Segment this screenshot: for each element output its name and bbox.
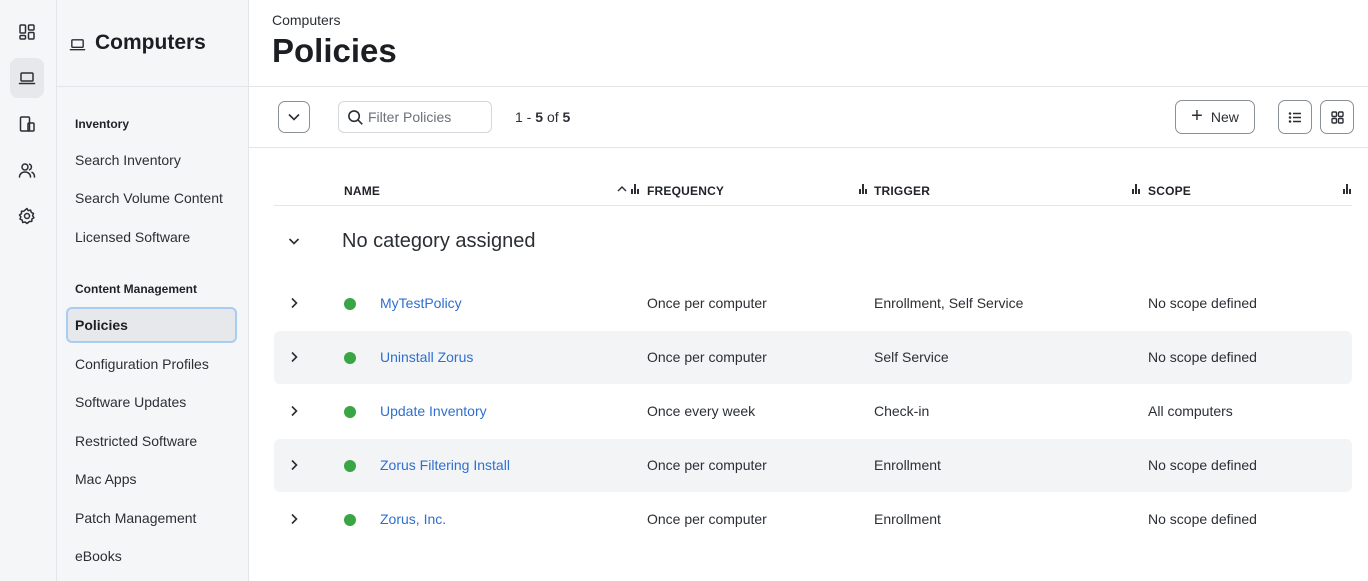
filter-box	[338, 101, 492, 133]
column-resize-icon[interactable]	[1343, 183, 1351, 197]
column-scope[interactable]: SCOPE	[1148, 184, 1191, 198]
search-icon	[348, 109, 363, 125]
policy-name-link[interactable]: MyTestPolicy	[380, 295, 462, 311]
page-header: Computers Policies	[249, 0, 1368, 87]
chevron-right-icon[interactable]	[288, 350, 300, 364]
sidebar-item-patch-management[interactable]: Patch Management	[66, 500, 237, 536]
policy-trigger: Enrollment	[874, 457, 941, 473]
policy-name-link[interactable]: Zorus, Inc.	[380, 511, 446, 527]
chevron-down-icon[interactable]	[287, 234, 301, 248]
policy-frequency: Once per computer	[647, 349, 767, 365]
policy-frequency: Once per computer	[647, 295, 767, 311]
policy-scope: No scope defined	[1148, 457, 1257, 473]
table-row[interactable]: MyTestPolicy Once per computer Enrollmen…	[274, 277, 1352, 330]
category-group-row[interactable]: No category assigned	[274, 222, 1352, 262]
grid-icon	[1330, 110, 1344, 124]
category-label: No category assigned	[342, 230, 536, 252]
page-title: Policies	[272, 32, 397, 69]
main-content: Computers Policies 1 - 5 of 5 + New NAME	[249, 0, 1368, 581]
plus-icon: +	[1191, 105, 1203, 127]
toolbar: 1 - 5 of 5 + New	[249, 87, 1368, 148]
column-trigger[interactable]: TRIGGER	[874, 184, 930, 198]
users-icon[interactable]	[10, 150, 44, 190]
sidebar-section-inventory: Inventory	[75, 117, 130, 131]
count-start: 1	[515, 109, 523, 125]
policy-scope: No scope defined	[1148, 295, 1257, 311]
sidebar-item-search-volume-content[interactable]: Search Volume Content	[66, 180, 237, 216]
sidebar-item-policies[interactable]: Policies	[66, 307, 237, 343]
status-dot	[344, 298, 356, 310]
sidebar-header: Computers	[57, 0, 248, 87]
status-dot	[344, 514, 356, 526]
table-header: NAME FREQUENCY TRIGGER SCOPE	[274, 176, 1352, 206]
policy-frequency: Once per computer	[647, 457, 767, 473]
sidebar-item-search-inventory[interactable]: Search Inventory	[66, 142, 237, 178]
new-button-label: New	[1210, 109, 1239, 125]
policy-name-link[interactable]: Update Inventory	[380, 403, 487, 419]
policy-scope: No scope defined	[1148, 511, 1257, 527]
sidebar-section-content-management: Content Management	[75, 282, 198, 296]
sidebar-item-configuration-profiles[interactable]: Configuration Profiles	[66, 346, 237, 382]
filter-policies-input[interactable]	[368, 109, 486, 125]
policy-name-link[interactable]: Zorus Filtering Install	[380, 457, 510, 473]
chevron-right-icon[interactable]	[288, 458, 300, 472]
secondary-sidebar: Computers Inventory Search Inventory Sea…	[57, 0, 249, 581]
count-of: of	[546, 109, 559, 125]
table-row[interactable]: Zorus, Inc. Once per computer Enrollment…	[274, 493, 1352, 546]
count-end: 5	[535, 109, 544, 125]
pagination-count: 1 - 5 of 5	[515, 109, 571, 125]
policy-scope: No scope defined	[1148, 349, 1257, 365]
chevron-right-icon[interactable]	[288, 296, 300, 310]
table-row[interactable]: Uninstall Zorus Once per computer Self S…	[274, 331, 1352, 384]
column-name[interactable]: NAME	[344, 184, 380, 198]
sidebar-item-ebooks[interactable]: eBooks	[66, 538, 237, 574]
collapse-all-button[interactable]	[278, 101, 310, 133]
status-dot	[344, 460, 356, 472]
chevron-right-icon[interactable]	[288, 404, 300, 418]
policy-frequency: Once every week	[647, 403, 756, 419]
devices-icon[interactable]	[10, 104, 44, 144]
dashboard-icon[interactable]	[10, 12, 44, 52]
sidebar-item-mac-apps[interactable]: Mac Apps	[66, 461, 237, 497]
table-row[interactable]: Zorus Filtering Install Once per compute…	[274, 439, 1352, 492]
status-dot	[344, 406, 356, 418]
list-view-button[interactable]	[1278, 100, 1312, 134]
policy-trigger: Enrollment, Self Service	[874, 295, 1024, 311]
policy-trigger: Enrollment	[874, 511, 941, 527]
laptop-icon[interactable]	[10, 58, 44, 98]
breadcrumb[interactable]: Computers	[272, 12, 340, 28]
policy-trigger: Self Service	[874, 349, 949, 365]
sidebar-item-restricted-software[interactable]: Restricted Software	[66, 423, 237, 459]
chevron-down-icon	[288, 113, 300, 121]
column-frequency[interactable]: FREQUENCY	[647, 184, 724, 198]
policy-name-link[interactable]: Uninstall Zorus	[380, 349, 473, 365]
gear-icon[interactable]	[10, 196, 44, 236]
column-resize-icon[interactable]	[859, 183, 867, 197]
policy-trigger: Check-in	[874, 403, 930, 419]
count-total: 5	[562, 109, 571, 125]
policy-scope: All computers	[1148, 403, 1233, 419]
sidebar-item-software-updates[interactable]: Software Updates	[66, 384, 237, 420]
list-icon	[1288, 111, 1301, 123]
sidebar-title: Computers	[95, 31, 206, 54]
icon-rail	[0, 0, 57, 581]
table-row[interactable]: Update Inventory Once every week Check-i…	[274, 385, 1352, 438]
sidebar-item-licensed-software[interactable]: Licensed Software	[66, 219, 237, 255]
sort-ascending-icon[interactable]	[617, 183, 627, 197]
column-resize-icon[interactable]	[631, 183, 639, 197]
column-resize-icon[interactable]	[1132, 183, 1140, 197]
status-dot	[344, 352, 356, 364]
new-policy-button[interactable]: + New	[1175, 100, 1255, 134]
laptop-icon	[69, 38, 86, 50]
policy-frequency: Once per computer	[647, 511, 767, 527]
chevron-right-icon[interactable]	[288, 512, 300, 526]
grid-view-button[interactable]	[1320, 100, 1354, 134]
